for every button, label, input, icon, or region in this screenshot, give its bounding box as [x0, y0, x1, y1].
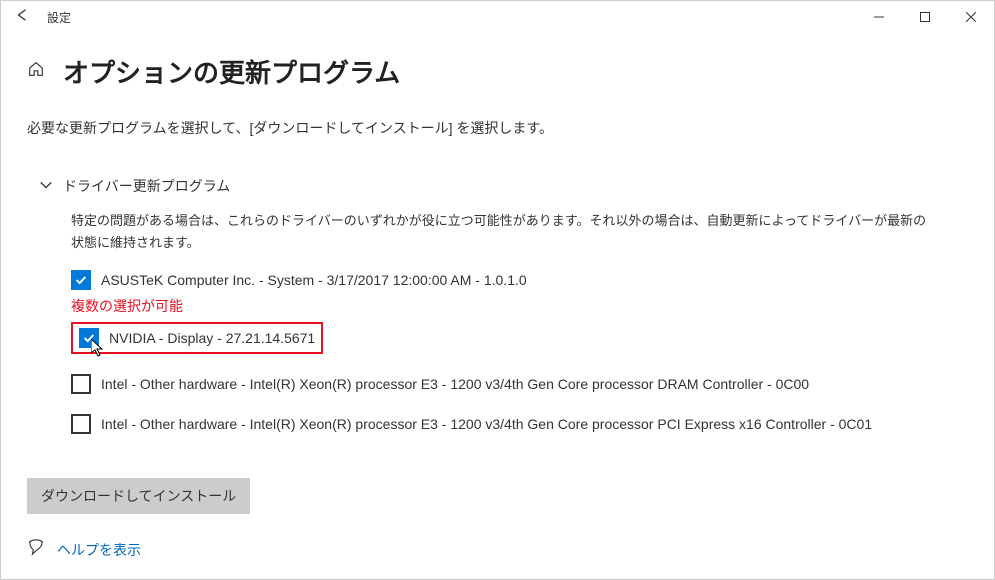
minimize-button[interactable]	[856, 1, 902, 33]
home-icon[interactable]	[27, 60, 45, 83]
update-checkbox[interactable]	[71, 270, 91, 290]
section-title: ドライバー更新プログラム	[63, 176, 230, 196]
update-label: Intel - Other hardware - Intel(R) Xeon(R…	[101, 416, 872, 432]
update-item: Intel - Other hardware - Intel(R) Xeon(R…	[71, 374, 968, 394]
update-label: NVIDIA - Display - 27.21.14.5671	[109, 330, 315, 346]
titlebar: 設定	[1, 1, 994, 33]
chevron-down-icon	[39, 178, 53, 195]
update-item: Intel - Other hardware - Intel(R) Xeon(R…	[71, 414, 968, 434]
help-link[interactable]: ヘルプを表示	[57, 540, 141, 560]
update-label: ASUSTeK Computer Inc. - System - 3/17/20…	[101, 272, 527, 288]
section-header[interactable]: ドライバー更新プログラム	[39, 176, 968, 196]
download-install-button[interactable]: ダウンロードしてインストール	[27, 478, 250, 514]
maximize-button[interactable]	[902, 1, 948, 33]
window-title: 設定	[47, 9, 71, 26]
section-description: 特定の問題がある場合は、これらのドライバーのいずれかが役に立つ可能性があります。…	[71, 210, 928, 254]
update-label: Intel - Other hardware - Intel(R) Xeon(R…	[101, 376, 809, 392]
help-row: ヘルプを表示	[27, 538, 141, 561]
back-button[interactable]	[9, 4, 35, 31]
update-item: ASUSTeK Computer Inc. - System - 3/17/20…	[71, 270, 968, 290]
update-checkbox[interactable]	[71, 374, 91, 394]
page-title: オプションの更新プログラム	[63, 53, 400, 90]
help-icon	[27, 538, 45, 561]
page-subtitle: 必要な更新プログラムを選択して、[ダウンロードしてインストール] を選択します。	[27, 118, 968, 138]
annotation-text: 複数の選択が可能	[71, 296, 968, 316]
close-button[interactable]	[948, 1, 994, 33]
highlighted-update: NVIDIA - Display - 27.21.14.5671	[71, 322, 323, 354]
update-checkbox[interactable]	[71, 414, 91, 434]
update-checkbox[interactable]	[79, 328, 99, 348]
